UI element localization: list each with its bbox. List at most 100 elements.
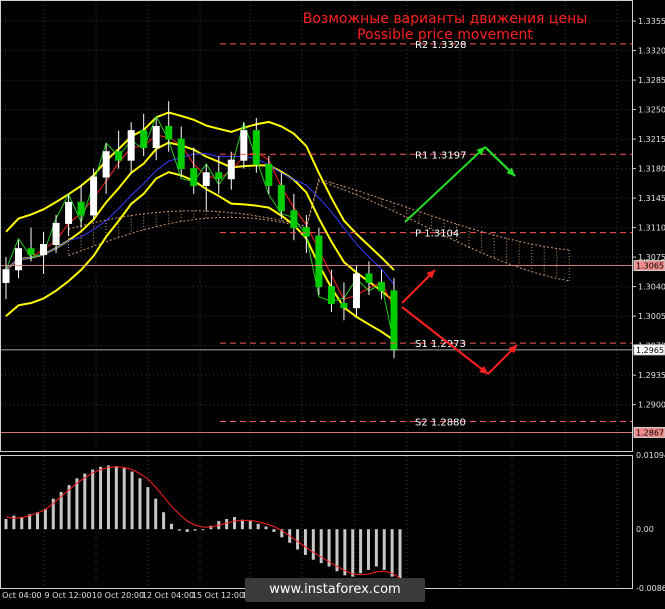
- osc-bar: [303, 529, 307, 555]
- osc-bar: [398, 529, 402, 584]
- osc-bar: [154, 498, 158, 530]
- candle-bear: [377, 281, 385, 292]
- candle-bear: [277, 184, 285, 212]
- osc-bar: [169, 523, 173, 530]
- x-tick-label: 10 Oct 20:00: [92, 591, 144, 600]
- y-tick-label: 1.2935: [638, 371, 665, 380]
- pivot-level-label: R1 1.3197: [415, 150, 466, 161]
- osc-bar: [366, 529, 370, 570]
- osc-bar: [20, 516, 24, 530]
- osc-bar: [28, 514, 32, 530]
- candle-bear: [115, 151, 123, 161]
- candle-bear: [190, 168, 198, 186]
- osc-bar: [335, 529, 339, 572]
- candle-bull: [40, 243, 48, 256]
- candle-bear: [390, 290, 398, 351]
- osc-bar: [193, 529, 197, 531]
- osc-bar: [225, 519, 229, 530]
- osc-bar: [272, 529, 276, 532]
- main-panel-frame: [0, 0, 633, 452]
- y-tick-label: 1.3250: [638, 106, 665, 115]
- x-tick-label: 9 Oct 12:00: [44, 591, 91, 600]
- osc-bar: [185, 529, 189, 532]
- osc-bar: [233, 516, 237, 530]
- y-tick-label: 1.3285: [638, 76, 665, 85]
- candle-bear: [327, 286, 335, 304]
- oscillator-panel-frame: [0, 455, 633, 589]
- osc-y-tick-label: 0.00: [636, 525, 654, 534]
- x-tick-label: 12 Oct 04:00: [142, 591, 194, 600]
- y-tick-label: 1.3320: [638, 47, 665, 56]
- osc-bar: [264, 526, 268, 530]
- candle-bull: [52, 222, 60, 245]
- candle-bear: [315, 235, 323, 288]
- osc-y-tick-label: -0.00867: [636, 584, 665, 593]
- osc-bar: [75, 478, 79, 530]
- osc-bar: [343, 529, 347, 576]
- osc-bar: [201, 529, 205, 531]
- y-tick-label: 1.3180: [638, 165, 665, 174]
- price-tag-label: 1.3065: [636, 262, 664, 271]
- osc-bar: [122, 468, 126, 530]
- y-tick-label: 1.3215: [638, 135, 665, 144]
- y-tick-label: 1.3110: [638, 224, 665, 233]
- candle-bear: [265, 163, 273, 186]
- osc-signal-line: [5, 466, 401, 579]
- x-tick-label: 15 Oct 12:00: [192, 591, 244, 600]
- candle-bull: [352, 273, 360, 309]
- candle-bear: [177, 138, 185, 170]
- osc-bar: [83, 473, 87, 530]
- candle-bear: [215, 172, 223, 180]
- candle-bull: [127, 130, 135, 161]
- osc-bar: [240, 519, 244, 530]
- candle-bear: [77, 201, 85, 216]
- candle-bear: [302, 227, 310, 237]
- forex-chart: 1.3355 1.3320 1.3285 1.3250 1.3215 1.3180 1.31…: [0, 0, 665, 600]
- candle-bull: [65, 201, 73, 224]
- osc-bar: [382, 529, 386, 570]
- candle-bull: [102, 151, 110, 178]
- osc-bar: [114, 466, 118, 530]
- candle-bear: [252, 130, 260, 165]
- osc-bar: [99, 466, 103, 530]
- candle-bear: [165, 125, 173, 140]
- candle-bull: [227, 159, 235, 180]
- candle-bear: [140, 130, 148, 149]
- osc-bar: [162, 512, 166, 530]
- osc-bar: [4, 519, 8, 530]
- osc-bar: [138, 478, 142, 530]
- price-tag-label: 1.2965: [636, 346, 664, 355]
- y-tick-label: 1.3355: [638, 17, 665, 26]
- candle-bull: [90, 176, 98, 216]
- candle-bull: [15, 248, 23, 271]
- candle-bull: [202, 172, 210, 186]
- candle-bear: [365, 273, 373, 283]
- chart-root: 1.3355 1.3320 1.3285 1.3250 1.3215 1.3180 1.31…: [0, 0, 665, 605]
- osc-bar: [256, 523, 260, 530]
- osc-bar: [146, 487, 150, 530]
- osc-bar: [351, 529, 355, 577]
- bollinger-upper: [5, 111, 395, 271]
- pivot-level-label: S1 1.2973: [415, 339, 466, 350]
- chart-title-en: Possible price movement: [357, 27, 533, 43]
- osc-bar: [390, 529, 394, 577]
- osc-bar: [43, 508, 47, 530]
- osc-bar: [374, 529, 378, 567]
- osc-bar: [248, 521, 252, 530]
- osc-bar: [91, 469, 95, 530]
- y-tick-label: 1.3040: [638, 283, 665, 292]
- y-tick-label: 1.3145: [638, 194, 665, 203]
- chart-title-ru: Возможные варианты движения цены: [303, 11, 588, 27]
- x-tick-label: 8 Oct 04:00: [0, 591, 42, 600]
- y-tick-label: 1.3005: [638, 312, 665, 321]
- candle-bull: [2, 269, 10, 283]
- osc-bar: [296, 529, 300, 550]
- osc-bar: [177, 529, 181, 531]
- candle-bull: [240, 130, 248, 161]
- osc-bar: [311, 529, 315, 560]
- candle-bear: [290, 210, 298, 229]
- price-tag-label: 1.2867: [636, 428, 664, 437]
- osc-bar: [130, 471, 134, 530]
- osc-bar: [359, 529, 363, 574]
- candle-bear: [340, 302, 348, 309]
